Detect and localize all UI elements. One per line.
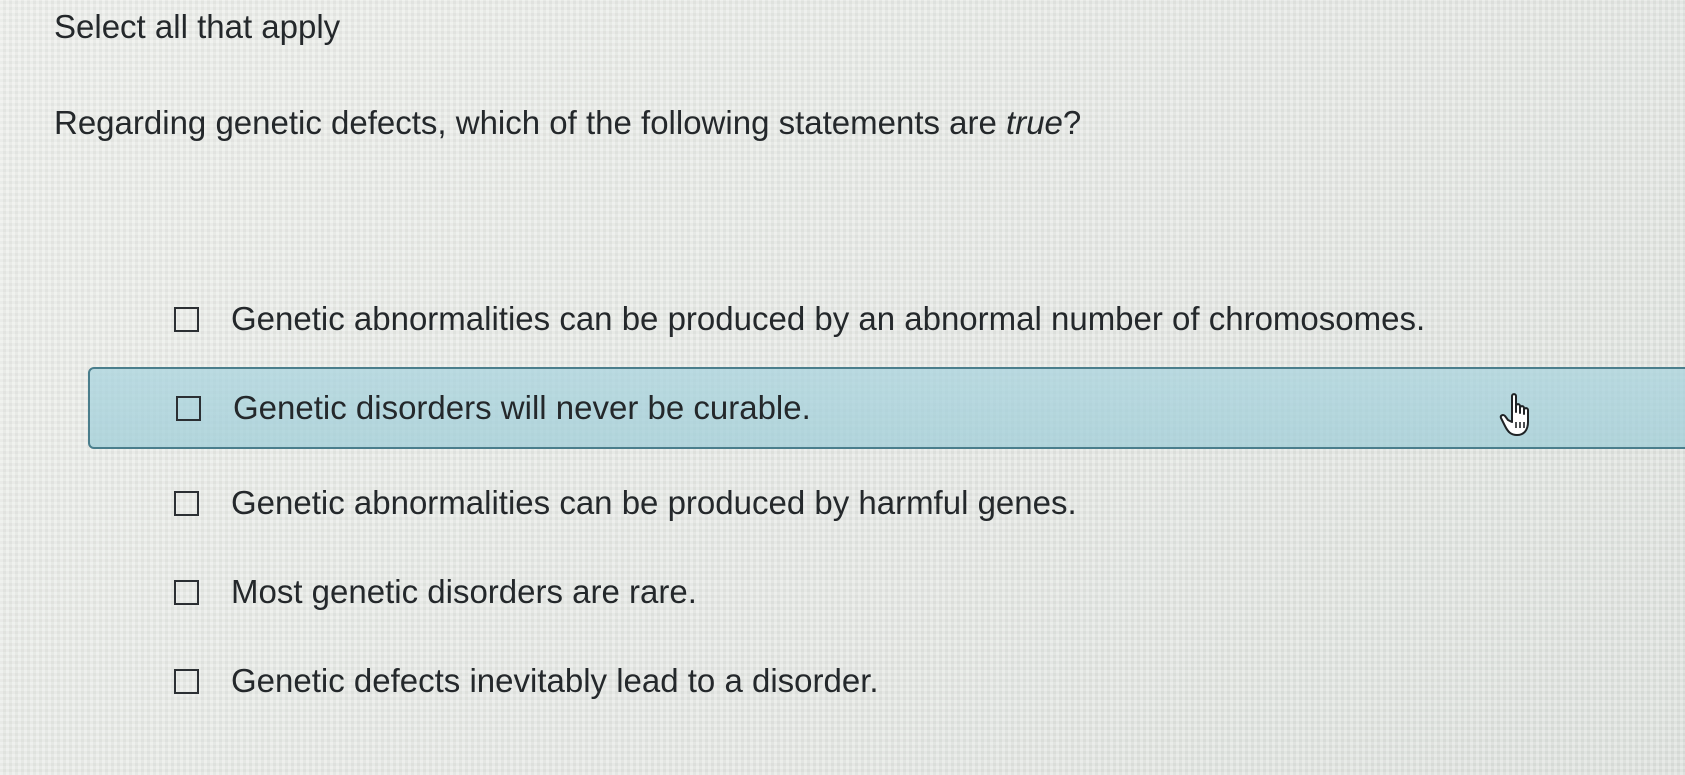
hand-pointer-icon — [1499, 393, 1529, 436]
option-1-label: Genetic abnormalities can be produced by… — [231, 300, 1426, 337]
option-2-checkbox[interactable] — [176, 395, 201, 421]
option-4-label: Most genetic disorders are rare. — [231, 573, 697, 610]
option-3[interactable]: Genetic abnormalities can be produced by… — [88, 462, 1685, 544]
quiz-page: Select all that apply Regarding genetic … — [0, 0, 1685, 775]
option-4[interactable]: Most genetic disorders are rare. — [88, 551, 1685, 633]
option-4-checkbox[interactable] — [174, 579, 199, 605]
option-1-checkbox[interactable] — [174, 306, 199, 332]
option-3-label: Genetic abnormalities can be produced by… — [231, 484, 1077, 521]
option-2[interactable]: Genetic disorders will never be curable. — [88, 367, 1685, 449]
option-3-checkbox[interactable] — [174, 490, 199, 516]
option-2-label: Genetic disorders will never be curable. — [233, 389, 811, 426]
option-1[interactable]: Genetic abnormalities can be produced by… — [88, 278, 1685, 360]
option-5-label: Genetic defects inevitably lead to a dis… — [231, 662, 879, 699]
option-5-checkbox[interactable] — [174, 668, 199, 694]
option-5[interactable]: Genetic defects inevitably lead to a dis… — [88, 640, 1685, 722]
answer-options: Genetic abnormalities can be produced by… — [0, 0, 1685, 775]
